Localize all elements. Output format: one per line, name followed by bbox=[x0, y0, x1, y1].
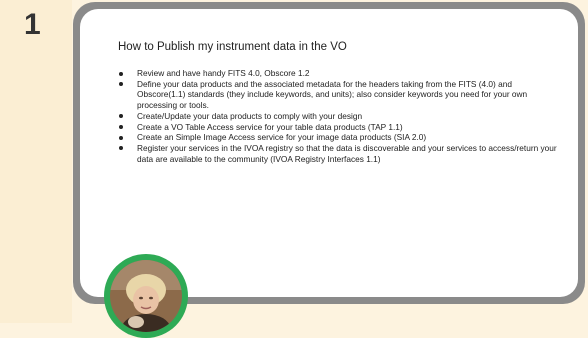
bullet-text: Create/Update your data products to comp… bbox=[137, 110, 363, 121]
bullet-list: Review and have handy FITS 4.0, Obscore … bbox=[118, 68, 558, 164]
bullet-icon bbox=[119, 114, 123, 119]
bullet-icon bbox=[119, 125, 123, 130]
card-title: How to Publish my instrument data in the… bbox=[118, 41, 347, 53]
bullet-icon bbox=[119, 146, 123, 151]
bullet-text: Create an Simple Image Access service fo… bbox=[137, 132, 427, 143]
bullet-item: Create/Update your data products to comp… bbox=[118, 111, 558, 122]
bullet-icon bbox=[119, 71, 123, 76]
bullet-text: Register your services in the IVOA regis… bbox=[137, 142, 557, 164]
bullet-item: Create a VO Table Access service for you… bbox=[118, 122, 558, 133]
bullet-text: Review and have handy FITS 4.0, Obscore … bbox=[137, 68, 310, 78]
bullet-text: Define your data products and the associ… bbox=[137, 78, 528, 111]
user-photo-icon bbox=[110, 260, 182, 332]
bullet-item: Register your services in the IVOA regis… bbox=[118, 143, 558, 164]
bullet-icon bbox=[119, 82, 123, 87]
left-band bbox=[0, 0, 72, 323]
bullet-item: Review and have handy FITS 4.0, Obscore … bbox=[118, 68, 558, 79]
bullet-text: Create a VO Table Access service for you… bbox=[137, 121, 403, 132]
avatar bbox=[110, 260, 182, 332]
bullet-item: Define your data products and the associ… bbox=[118, 79, 558, 111]
bullet-item: Create an Simple Image Access service fo… bbox=[118, 132, 558, 143]
bullet-icon bbox=[119, 135, 123, 140]
slide-number: 1 bbox=[24, 8, 41, 41]
